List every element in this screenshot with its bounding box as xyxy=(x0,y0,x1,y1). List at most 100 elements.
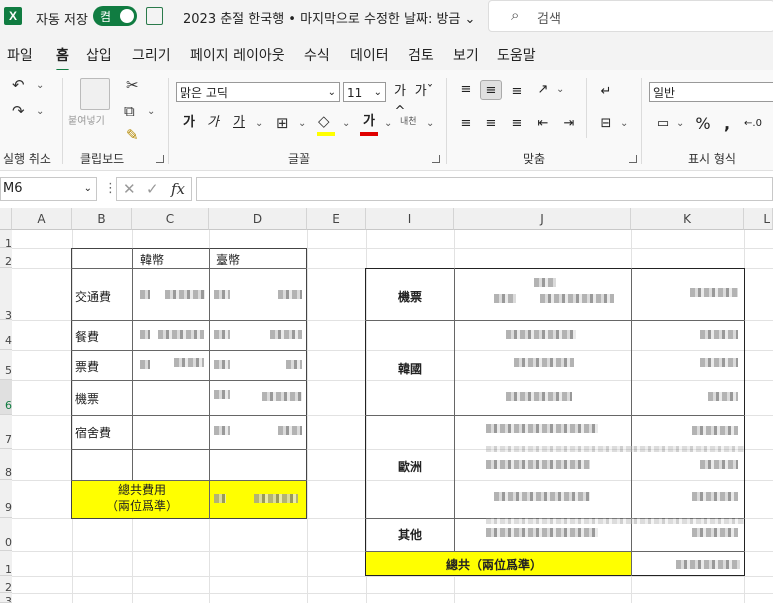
chevron-down-icon[interactable]: ⌄ xyxy=(426,118,434,129)
grow-font-icon[interactable]: 가^ xyxy=(389,82,411,119)
phonetic-button[interactable]: 내천 xyxy=(400,114,417,127)
chevron-down-icon[interactable]: ⌄ xyxy=(556,84,564,95)
save-icon[interactable] xyxy=(146,7,163,25)
cancel-icon[interactable]: ✕ xyxy=(123,180,136,198)
total-label[interactable]: 總共（兩位爲準） xyxy=(446,556,542,573)
tab-formulas[interactable]: 수식 xyxy=(304,45,330,65)
select-all-corner[interactable] xyxy=(0,208,12,230)
increase-indent-icon[interactable]: ⇥ xyxy=(558,114,580,134)
document-title[interactable]: 2023 춘절 한국행 • 마지막으로 수정한 날짜: 방금 ⌄ xyxy=(183,8,475,27)
tab-help[interactable]: 도움말 xyxy=(497,45,536,65)
row-label[interactable]: 機票 xyxy=(75,390,99,407)
copy-icon[interactable]: ⧉ xyxy=(124,102,135,120)
dialog-launcher-icon[interactable] xyxy=(156,155,164,163)
increase-decimal-icon[interactable]: ←.0 xyxy=(742,114,764,134)
underline-button[interactable]: 가 xyxy=(228,113,250,133)
row-header[interactable]: 2 xyxy=(0,576,12,593)
header-twd[interactable]: 臺幣 xyxy=(216,251,240,268)
row-header[interactable]: 8 xyxy=(0,449,12,480)
number-format-select[interactable]: 일반 xyxy=(649,82,773,102)
row-header[interactable]: 4 xyxy=(0,320,12,350)
enter-icon[interactable]: ✓ xyxy=(146,180,159,198)
chevron-down-icon[interactable]: ⌄ xyxy=(620,118,628,129)
row-header-selected[interactable]: 6 xyxy=(0,380,12,415)
italic-button[interactable]: 가 xyxy=(202,113,224,133)
bold-button[interactable]: 가 xyxy=(178,113,200,133)
header-krw[interactable]: 韓幣 xyxy=(140,251,164,268)
chevron-down-icon[interactable]: ⌄ xyxy=(342,118,350,129)
row-header[interactable]: 0 xyxy=(0,518,12,551)
column-header[interactable]: B xyxy=(72,208,132,230)
row-header[interactable]: 3 xyxy=(0,593,12,603)
row-header[interactable]: 1 xyxy=(0,230,12,248)
font-size-select[interactable]: 11 ⌄ xyxy=(343,82,386,102)
accounting-format-icon[interactable]: ▭ xyxy=(652,114,674,134)
row-header[interactable]: 5 xyxy=(0,350,12,380)
redo-icon[interactable]: ↷ xyxy=(12,102,25,120)
row-label[interactable]: 宿舍費 xyxy=(75,424,111,441)
orientation-icon[interactable]: ↗ xyxy=(532,80,554,100)
row-header[interactable]: 3 xyxy=(0,268,12,320)
align-right-icon[interactable]: ≡ xyxy=(506,114,528,134)
chevron-down-icon[interactable]: ⌄ xyxy=(676,118,684,129)
fill-color-icon[interactable]: ◇ xyxy=(318,112,330,130)
chevron-down-icon[interactable]: ⌄ xyxy=(36,80,44,91)
align-left-icon[interactable]: ≡ xyxy=(455,114,477,134)
paste-icon[interactable] xyxy=(80,78,110,110)
decrease-indent-icon[interactable]: ⇤ xyxy=(532,114,554,134)
tab-view[interactable]: 보기 xyxy=(453,45,479,65)
row-label[interactable]: 票費 xyxy=(75,358,99,375)
comma-style-icon[interactable]: , xyxy=(716,114,738,134)
paste-label[interactable]: 붙여넣기 xyxy=(68,112,105,127)
chevron-down-icon[interactable]: ⌄ xyxy=(298,118,306,129)
column-header[interactable]: A xyxy=(12,208,72,230)
tab-data[interactable]: 데이터 xyxy=(350,45,389,65)
column-header[interactable]: E xyxy=(307,208,366,230)
worksheet-grid[interactable]: A B C D E I J K L 1 2 3 4 5 6 7 8 9 0 1 … xyxy=(0,208,773,603)
font-name-select[interactable]: 맑은 고딕 ⌄ xyxy=(176,82,340,102)
tab-page-layout[interactable]: 페이지 레이아웃 xyxy=(190,45,285,65)
column-header[interactable]: J xyxy=(454,208,631,230)
cut-icon[interactable]: ✂ xyxy=(126,76,139,94)
tab-file[interactable]: 파일 xyxy=(7,45,33,65)
column-header[interactable]: K xyxy=(631,208,744,230)
category-label[interactable]: 其他 xyxy=(398,526,422,543)
formula-input[interactable] xyxy=(196,177,773,201)
column-header[interactable]: D xyxy=(209,208,307,230)
shrink-font-icon[interactable]: 가ˇ xyxy=(413,82,435,102)
tab-insert[interactable]: 삽입 xyxy=(86,45,112,65)
category-label[interactable]: 歐洲 xyxy=(398,458,422,475)
format-painter-icon[interactable]: ✎ xyxy=(126,126,139,144)
column-header[interactable]: C xyxy=(132,208,209,230)
borders-icon[interactable]: ⊞ xyxy=(276,114,289,132)
row-header[interactable]: 2 xyxy=(0,248,12,268)
percent-icon[interactable]: % xyxy=(692,114,714,134)
dialog-launcher-icon[interactable] xyxy=(629,155,637,163)
column-header[interactable]: L xyxy=(744,208,773,230)
row-label[interactable]: 餐費 xyxy=(75,328,99,345)
chevron-down-icon[interactable]: ⌄ xyxy=(36,106,44,117)
insert-function-icon[interactable]: fx xyxy=(171,180,185,198)
align-middle-icon[interactable]: ≡ xyxy=(480,80,502,100)
align-bottom-icon[interactable]: ≡ xyxy=(506,82,528,102)
chevron-down-icon[interactable]: ⌄ xyxy=(384,118,392,129)
row-header[interactable]: 7 xyxy=(0,415,12,449)
tab-review[interactable]: 검토 xyxy=(408,45,434,65)
column-header[interactable]: I xyxy=(366,208,454,230)
category-label[interactable]: 機票 xyxy=(398,288,422,305)
dialog-launcher-icon[interactable] xyxy=(432,155,440,163)
chevron-down-icon[interactable]: ⌄ xyxy=(147,106,155,117)
chevron-down-icon[interactable]: ⌄ xyxy=(255,118,263,129)
row-header[interactable]: 9 xyxy=(0,480,12,518)
align-top-icon[interactable]: ≡ xyxy=(455,80,477,100)
row-header[interactable]: 1 xyxy=(0,551,12,576)
name-box[interactable]: M6 ⌄ xyxy=(0,177,97,201)
undo-icon[interactable]: ↶ xyxy=(12,76,25,94)
total-label[interactable]: 總共費用 （兩位爲準） xyxy=(82,482,202,514)
row-label[interactable]: 交通費 xyxy=(75,288,111,305)
font-color-button[interactable]: 가 xyxy=(358,112,380,132)
search-box[interactable]: ⌕ 검색 xyxy=(488,0,773,32)
tab-home[interactable]: 홈 xyxy=(56,45,69,72)
merge-center-icon[interactable]: ⊟ xyxy=(595,114,617,134)
tab-draw[interactable]: 그리기 xyxy=(132,45,171,65)
